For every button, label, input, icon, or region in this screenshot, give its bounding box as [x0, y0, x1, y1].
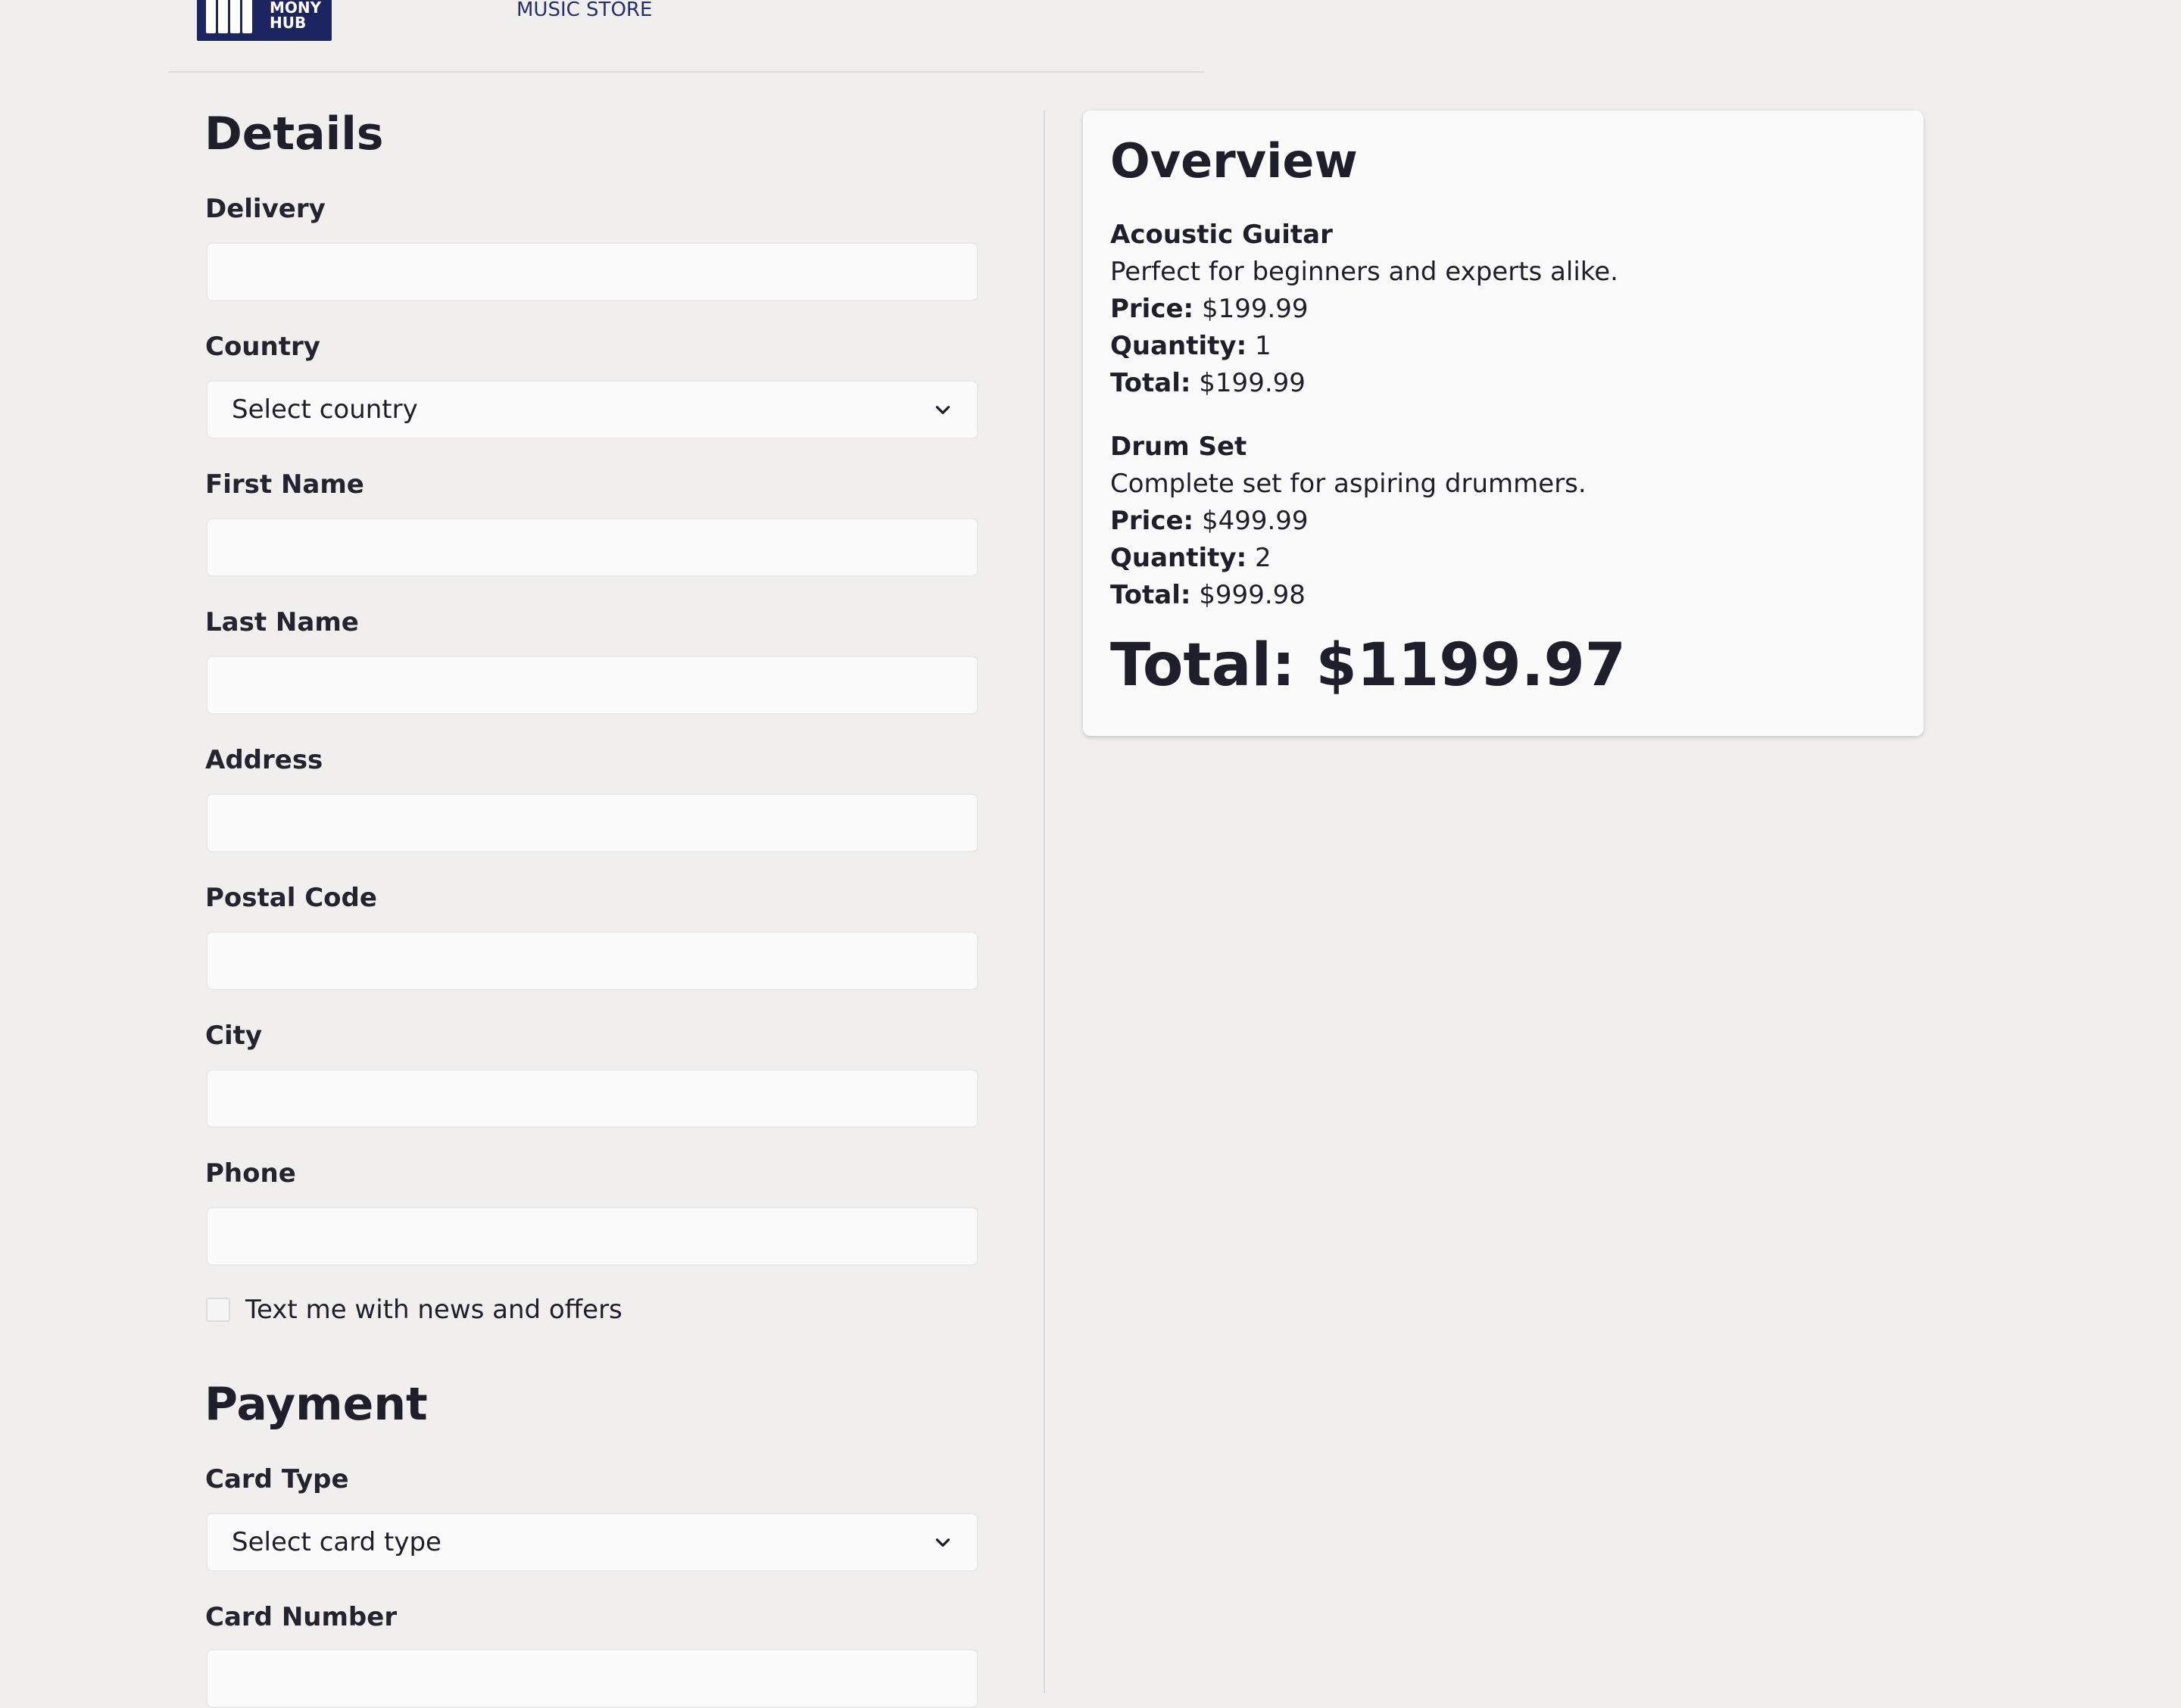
card-type-select[interactable]: Select card type [206, 1513, 978, 1572]
delivery-input[interactable] [206, 242, 978, 301]
item-quantity: Quantity: 1 [1110, 331, 1271, 361]
order-item: Drum Set Complete set for aspiring drumm… [1110, 429, 1587, 614]
delivery-label: Delivery [205, 194, 326, 224]
payment-title: Payment [204, 1378, 428, 1431]
item-quantity: Quantity: 2 [1110, 543, 1271, 573]
store-logo[interactable]: MONY HUB [197, 0, 332, 41]
card-number-input[interactable] [206, 1649, 978, 1708]
address-input[interactable] [206, 793, 978, 852]
order-overview-card: Overview Acoustic Guitar Perfect for beg… [1083, 111, 1924, 736]
postal-code-input[interactable] [206, 931, 978, 990]
chevron-down-icon [935, 1538, 950, 1547]
item-description: Complete set for aspiring drummers. [1110, 469, 1587, 499]
logo-text: MONY HUB [270, 0, 322, 32]
address-label: Address [205, 745, 323, 775]
newsletter-checkbox[interactable] [206, 1298, 230, 1322]
grand-total-value: $1199.97 [1315, 631, 1626, 700]
card-number-label: Card Number [205, 1602, 398, 1632]
card-type-label: Card Type [205, 1464, 349, 1494]
item-name: Drum Set [1110, 432, 1247, 462]
card-type-select-value: Select card type [232, 1527, 442, 1557]
item-total: Total: $999.98 [1110, 580, 1306, 610]
country-select[interactable]: Select country [206, 380, 978, 439]
store-name: MUSIC STORE [516, 0, 653, 21]
item-price: Price: $499.99 [1110, 506, 1309, 536]
piano-keys-icon [206, 0, 252, 33]
country-label: Country [205, 332, 320, 362]
last-name-label: Last Name [205, 607, 359, 637]
first-name-input[interactable] [206, 518, 978, 577]
last-name-input[interactable] [206, 656, 978, 715]
postal-code-label: Postal Code [205, 883, 377, 913]
overview-title: Overview [1110, 133, 1358, 189]
phone-label: Phone [205, 1158, 296, 1189]
item-name: Acoustic Guitar [1110, 220, 1333, 250]
item-total: Total: $199.99 [1110, 368, 1306, 398]
first-name-label: First Name [205, 469, 364, 500]
phone-input[interactable] [206, 1207, 978, 1266]
item-description: Perfect for beginners and experts alike. [1110, 257, 1618, 287]
grand-total: Total: $1199.97 [1110, 631, 1626, 700]
city-label: City [205, 1021, 263, 1051]
item-price: Price: $199.99 [1110, 294, 1309, 324]
site-header: MONY HUB MUSIC STORE [168, 0, 1204, 73]
order-item: Acoustic Guitar Perfect for beginners an… [1110, 217, 1618, 402]
column-divider [1044, 111, 1045, 1693]
chevron-down-icon [935, 406, 950, 414]
newsletter-option[interactable]: Text me with news and offers [206, 1295, 622, 1325]
city-input[interactable] [206, 1069, 978, 1128]
newsletter-label: Text me with news and offers [245, 1295, 622, 1325]
details-title: Details [204, 108, 384, 161]
country-select-value: Select country [232, 394, 418, 425]
